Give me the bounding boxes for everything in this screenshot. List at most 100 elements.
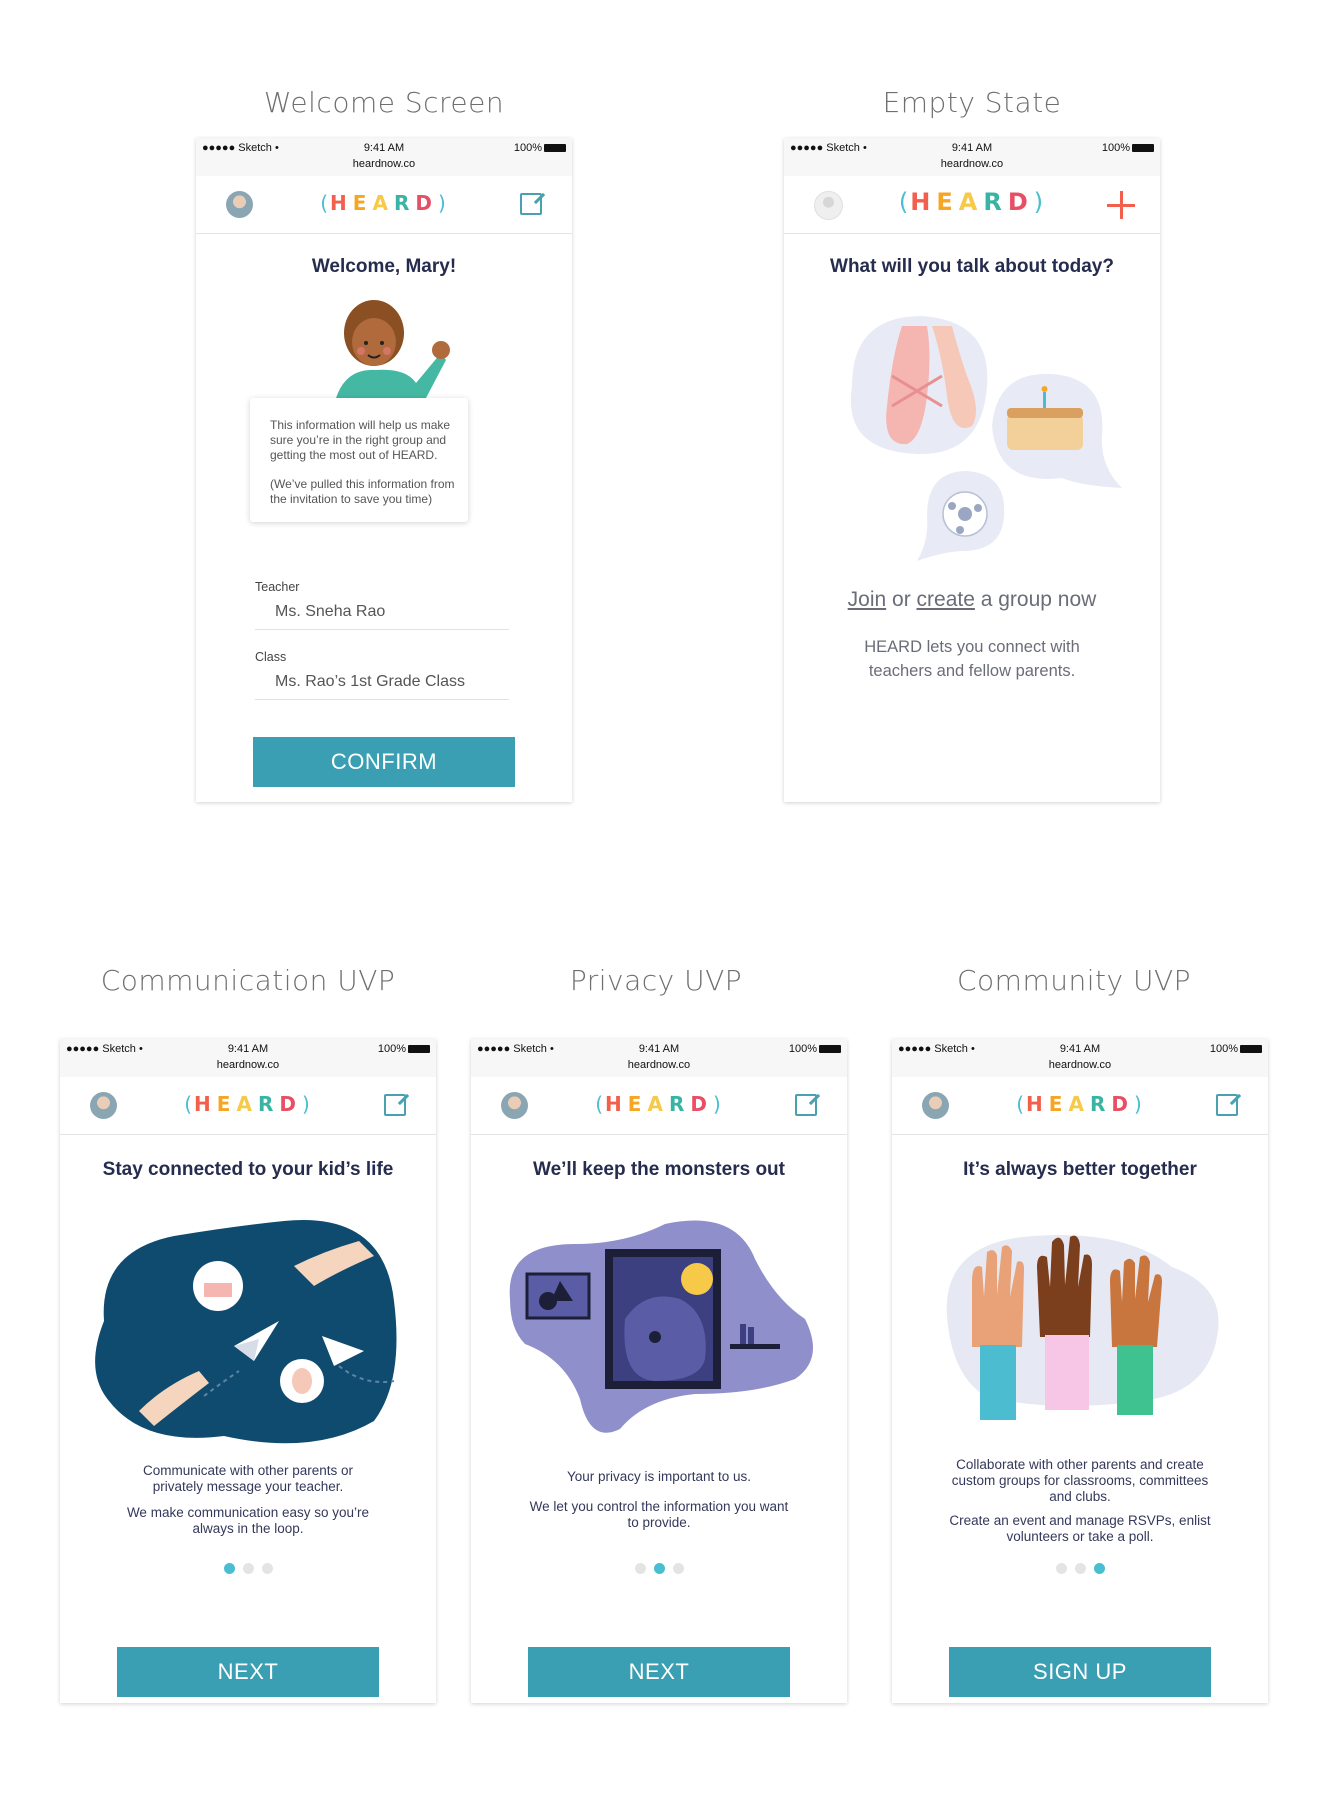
status-bar: ●●●●● Sketch • 9:41 AM heardnow.co 100% [60, 1039, 436, 1077]
logo-letter: E [936, 188, 959, 216]
privacy-phone: ●●●●● Sketch • 9:41 AM heardnow.co 100% … [471, 1039, 847, 1703]
or-text: or [886, 588, 917, 611]
status-url: heardnow.co [627, 1059, 691, 1071]
compose-icon[interactable] [795, 1094, 817, 1116]
page-dot-2[interactable] [653, 1563, 665, 1574]
logo-left-bracket: ( [898, 188, 911, 216]
communication-phone: ●●●●● Sketch • 9:41 AM heardnow.co 100% … [60, 1039, 436, 1703]
compose-icon[interactable] [520, 193, 542, 215]
page-dot-3[interactable] [672, 1563, 684, 1574]
battery-icon [408, 1045, 430, 1054]
status-url: heardnow.co [352, 158, 416, 170]
join-create-line: Join or create a group now [784, 588, 1160, 612]
waving-girl-illustration [336, 300, 450, 398]
nav-bar: (HEARD) [471, 1077, 847, 1135]
welcome-screen-title: Welcome Screen [263, 86, 505, 119]
heard-logo: (HEARD) [471, 1092, 847, 1116]
page-dot-1[interactable] [634, 1563, 646, 1574]
communication-text-2: We make communication easy so you’re alw… [126, 1505, 370, 1536]
community-text-1: Collaborate with other parents and creat… [951, 1457, 1209, 1504]
privacy-uvp-title: Privacy UVP [569, 964, 743, 997]
next-button[interactable]: NEXT [117, 1647, 379, 1697]
status-url: heardnow.co [940, 158, 1004, 170]
class-label: Class [255, 650, 287, 664]
class-field[interactable]: Ms. Rao’s 1st Grade Class [255, 668, 509, 700]
privacy-heading: We’ll keep the monsters out [533, 1159, 785, 1180]
logo-letter: A [1068, 1092, 1090, 1116]
logo-letter: E [627, 1092, 648, 1116]
privacy-text-2: We let you control the information you w… [529, 1499, 789, 1530]
page-dot-2[interactable] [1074, 1563, 1086, 1574]
logo-letter: D [1007, 188, 1034, 216]
status-bar: ●●●●● Sketch • 9:41 AM heardnow.co 100% [892, 1039, 1268, 1077]
logo-letter: E [216, 1092, 237, 1116]
info-text-1: This information will help us make sure … [270, 418, 451, 462]
paper-planes-illustration [95, 1220, 397, 1444]
sign-up-button[interactable]: SIGN UP [949, 1647, 1211, 1697]
logo-left-bracket: ( [595, 1092, 606, 1116]
status-bar: ●●●●● Sketch • 9:41 AM heardnow.co 100% [471, 1039, 847, 1077]
logo-letter: R [668, 1092, 691, 1116]
logo-letter: H [330, 191, 353, 215]
community-heading: It’s always better together [963, 1159, 1197, 1180]
logo-left-bracket: ( [184, 1092, 195, 1116]
communication-heading: Stay connected to your kid’s life [102, 1159, 394, 1180]
battery-icon [544, 144, 566, 153]
heard-logo: (HEARD) [196, 191, 572, 215]
communication-uvp-title: Communication UVP [100, 964, 396, 997]
empty-state-description: HEARD lets you connect with teachers and… [864, 638, 1080, 680]
confirm-button[interactable]: CONFIRM [253, 737, 515, 787]
logo-left-bracket: ( [1016, 1092, 1027, 1116]
logo-letter: A [647, 1092, 669, 1116]
page-dot-3[interactable] [261, 1563, 273, 1574]
page-indicator [60, 1561, 436, 1579]
logo-letter: R [393, 191, 416, 215]
empty-state-heading: What will you talk about today? [830, 256, 1114, 277]
compose-icon[interactable] [384, 1094, 406, 1116]
page-dot-2[interactable] [242, 1563, 254, 1574]
page-dot-1[interactable] [223, 1563, 235, 1574]
logo-letter: E [1048, 1092, 1069, 1116]
battery-icon [819, 1045, 841, 1054]
battery-indicator: 100% [378, 1043, 430, 1055]
plus-icon[interactable] [1106, 190, 1136, 220]
compose-icon[interactable] [1216, 1094, 1238, 1116]
join-link[interactable]: Join [848, 588, 887, 611]
community-phone: ●●●●● Sketch • 9:41 AM heardnow.co 100% … [892, 1039, 1268, 1703]
logo-letter: H [1026, 1092, 1049, 1116]
monster-window-illustration [509, 1220, 813, 1433]
status-bar: ●●●●● Sketch • 9:41 AM heardnow.co 100% [784, 138, 1160, 176]
topics-illustration [850, 316, 1122, 561]
logo-letter: R [1089, 1092, 1112, 1116]
logo-letter: D [690, 1092, 713, 1116]
logo-right-bracket: ) [1133, 1092, 1144, 1116]
nav-bar: (HEARD) [196, 176, 572, 234]
community-uvp-title: Community UVP [957, 964, 1191, 997]
nav-bar: (HEARD) [784, 176, 1160, 234]
logo-letter: R [983, 188, 1008, 216]
logo-letter: R [257, 1092, 280, 1116]
battery-indicator: 100% [1210, 1043, 1262, 1055]
community-text-2: Create an event and manage RSVPs, enlist… [949, 1513, 1211, 1544]
page-dot-3[interactable] [1093, 1563, 1105, 1574]
info-card: This information will help us make sure … [250, 398, 468, 522]
heard-logo: (HEARD) [784, 188, 1160, 216]
teacher-field[interactable]: Ms. Sneha Rao [255, 598, 509, 630]
page-dot-1[interactable] [1055, 1563, 1067, 1574]
logo-right-bracket: ) [301, 1092, 312, 1116]
welcome-phone: ●●●●● Sketch • 9:41 AM heardnow.co 100% … [196, 138, 572, 802]
logo-letter: H [910, 188, 937, 216]
logo-letter: D [415, 191, 438, 215]
welcome-heading: Welcome, Mary! [311, 256, 457, 277]
next-button[interactable]: NEXT [528, 1647, 790, 1697]
logo-right-bracket: ) [1033, 188, 1046, 216]
logo-letter: H [605, 1092, 628, 1116]
teacher-label: Teacher [255, 580, 300, 594]
empty-state-phone: ●●●●● Sketch • 9:41 AM heardnow.co 100% … [784, 138, 1160, 802]
empty-state-title: Empty State [882, 86, 1062, 119]
create-link[interactable]: create [917, 588, 975, 611]
communication-text-1: Communicate with other parents or privat… [142, 1463, 354, 1494]
logo-right-bracket: ) [712, 1092, 723, 1116]
battery-icon [1132, 144, 1154, 153]
nav-bar: (HEARD) [60, 1077, 436, 1135]
